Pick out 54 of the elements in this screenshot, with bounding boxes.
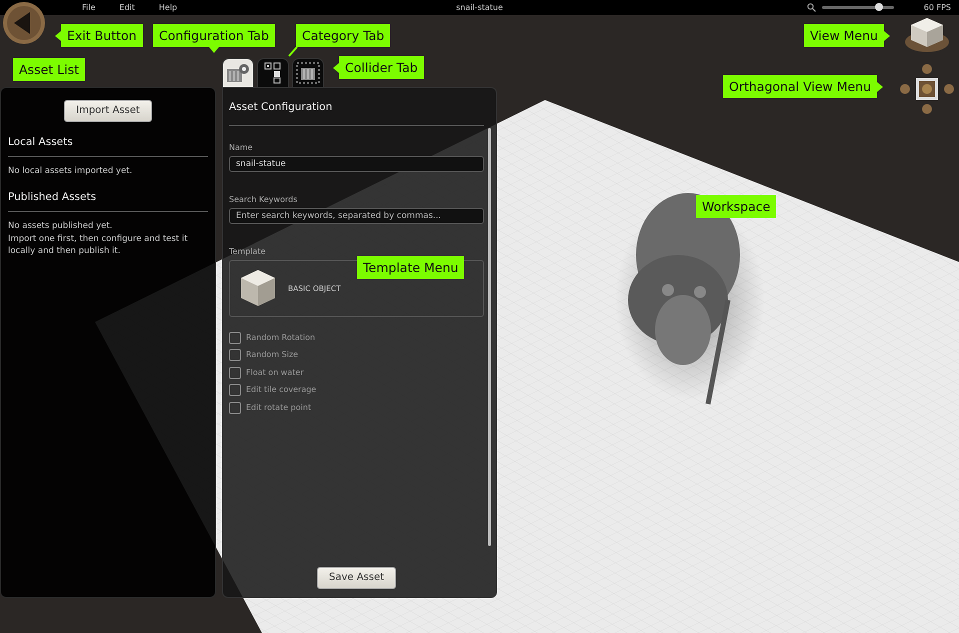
zoom-slider[interactable] bbox=[822, 6, 894, 9]
info-text: Import one first, then configure and test it locally and then publish it. bbox=[8, 232, 189, 258]
callout-label: Collider Tab bbox=[339, 56, 424, 79]
section-heading: Local Assets bbox=[8, 135, 208, 157]
menu-item[interactable]: File bbox=[82, 0, 96, 15]
menu-item[interactable]: Help bbox=[158, 0, 178, 15]
option-label: Edit tile coverage bbox=[246, 384, 316, 396]
box-gear-icon bbox=[226, 63, 250, 83]
checkbox[interactable] bbox=[229, 349, 241, 361]
callout-label: Configuration Tab bbox=[153, 24, 275, 47]
scrollbar[interactable] bbox=[488, 128, 491, 546]
callout-label: Orthagonal View Menu bbox=[723, 75, 878, 98]
field-label: Search Keywords bbox=[229, 194, 298, 206]
panel-title: Asset Configuration bbox=[229, 100, 484, 126]
callout-pointer bbox=[55, 30, 61, 40]
menu-item[interactable]: Edit bbox=[119, 0, 135, 15]
info-text: No local assets imported yet. bbox=[8, 164, 134, 178]
callout-pointer bbox=[333, 62, 339, 72]
checkbox[interactable] bbox=[229, 384, 241, 396]
keywords-field[interactable]: Enter search keywords, separated by commas... bbox=[229, 208, 484, 224]
category-grid-icon bbox=[264, 62, 282, 84]
callout-label: Workspace bbox=[696, 195, 776, 218]
fps-counter: 60 FPS bbox=[924, 2, 951, 14]
tab[interactable] bbox=[257, 58, 289, 87]
callout-label: Asset List bbox=[13, 58, 85, 81]
tab[interactable] bbox=[222, 58, 254, 87]
option-label: Edit rotate point bbox=[246, 402, 312, 414]
checkbox[interactable] bbox=[229, 366, 241, 378]
option-label: Float on water bbox=[246, 366, 304, 378]
callout-label: Template Menu bbox=[357, 256, 464, 279]
cube-icon bbox=[240, 269, 276, 308]
search-icon bbox=[806, 3, 816, 12]
callout-pointer bbox=[877, 82, 884, 92]
checkbox[interactable] bbox=[229, 332, 241, 344]
field-label: Template bbox=[229, 246, 267, 258]
field-label: Name bbox=[229, 142, 254, 154]
callout-label: Exit Button bbox=[61, 24, 143, 47]
save-asset-button[interactable]: Save Asset bbox=[316, 567, 396, 589]
option-label: Random Size bbox=[246, 349, 298, 361]
exit-button[interactable] bbox=[2, 1, 46, 45]
callout-label: Category Tab bbox=[296, 24, 390, 47]
option-label: Random Rotation bbox=[246, 332, 316, 344]
import-asset-button[interactable]: Import Asset bbox=[64, 100, 152, 122]
checkbox[interactable] bbox=[229, 402, 241, 414]
name-field[interactable]: snail-statue bbox=[229, 156, 484, 172]
callout-pointer bbox=[884, 30, 890, 40]
tab[interactable] bbox=[292, 58, 324, 87]
collider-box-icon bbox=[296, 62, 320, 84]
window-title: snail-statue bbox=[456, 3, 503, 12]
orthogonal-view-control-icon[interactable] bbox=[898, 63, 956, 115]
callout-label: View Menu bbox=[804, 24, 884, 47]
info-text: No assets published yet. bbox=[8, 220, 114, 232]
section-heading: Published Assets bbox=[8, 190, 208, 212]
callout-pointer bbox=[208, 47, 219, 53]
